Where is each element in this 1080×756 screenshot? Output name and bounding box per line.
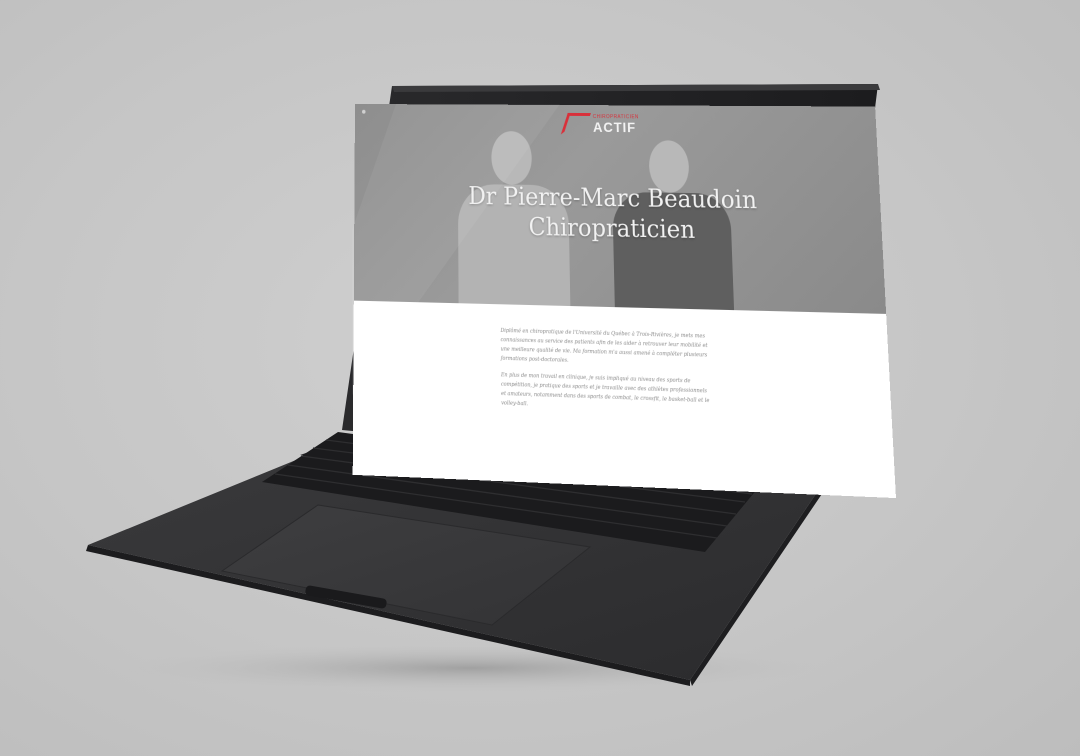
- brand-name: ACTIF: [593, 119, 639, 133]
- bio-paragraph-1: Diplômé en chiropratique de l'Université…: [500, 327, 710, 371]
- menu-dot-icon[interactable]: [362, 110, 366, 114]
- bio-paragraph-2: En plus de mon travail en clinique, je s…: [501, 371, 713, 416]
- laptop-screen: CHIROPRATICIEN ACTIF Dr Pierre-Marc Beau…: [353, 104, 896, 498]
- website-page: CHIROPRATICIEN ACTIF Dr Pierre-Marc Beau…: [353, 104, 896, 498]
- laptop-mockup-scene: CHIROPRATICIEN ACTIF Dr Pierre-Marc Beau…: [0, 0, 1080, 756]
- chiropraticien-actif-logo-icon: [561, 113, 591, 135]
- brand-logo[interactable]: CHIROPRATICIEN ACTIF: [564, 113, 639, 135]
- hero-section: CHIROPRATICIEN ACTIF Dr Pierre-Marc Beau…: [354, 104, 886, 314]
- bio-text: Diplômé en chiropratique de l'Université…: [500, 327, 712, 424]
- hero-title: Dr Pierre-Marc Beaudoin Chiropraticien: [354, 180, 883, 249]
